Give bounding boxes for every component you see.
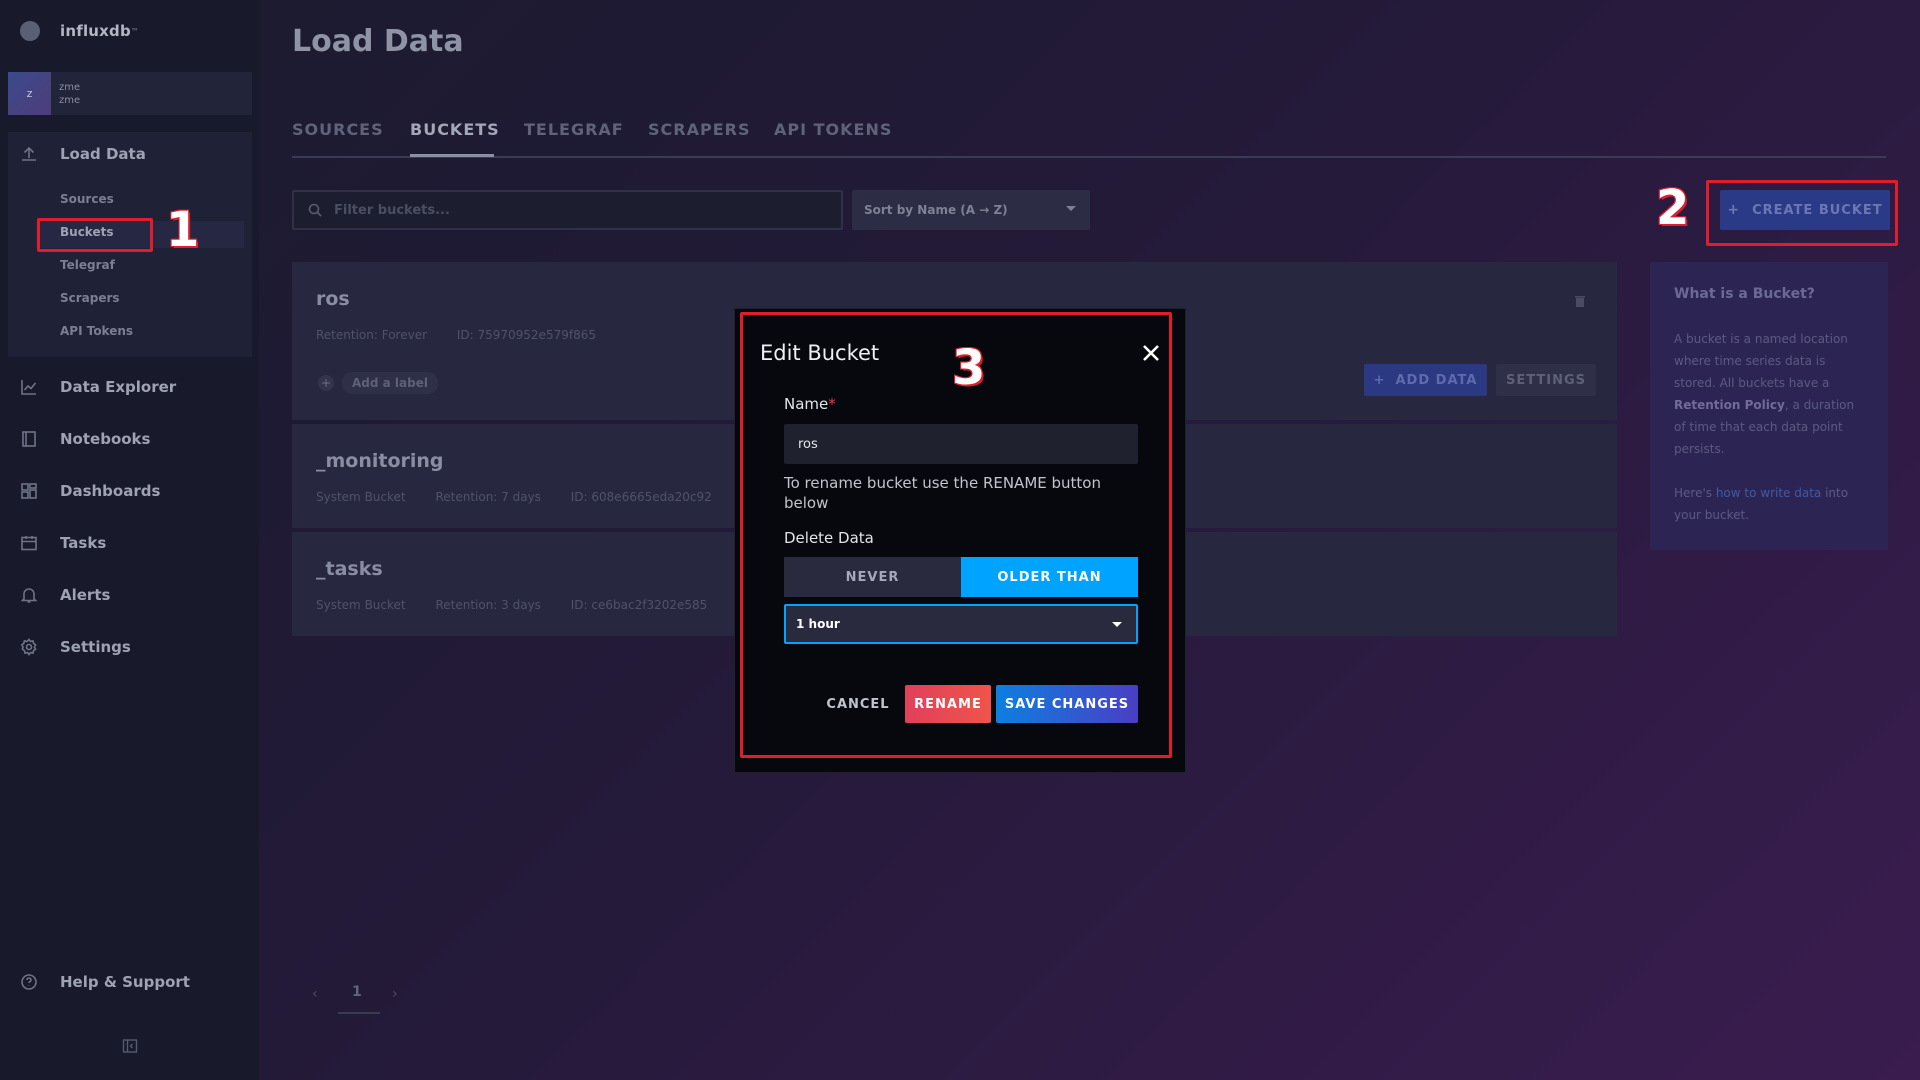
page-title: Load Data [292, 24, 464, 59]
sidebar-item-label: Dashboards [60, 482, 161, 500]
org-name: zme [59, 81, 81, 93]
user-switcher[interactable]: z zme zme [8, 72, 252, 115]
page-number[interactable]: 1 [352, 984, 362, 1000]
brand-name: influxdb [60, 22, 131, 40]
influxdb-logo-icon [20, 21, 40, 41]
sidebar-item-notebooks[interactable]: Notebooks [20, 428, 150, 450]
user-name: zme [59, 94, 81, 106]
brand[interactable]: influxdb ™ [20, 20, 139, 42]
add-data-label: ADD DATA [1395, 372, 1478, 388]
bucket-type: System Bucket [316, 490, 406, 504]
bucket-id: ID: 608e6665eda20c92 [570, 490, 712, 504]
info-text-part: Here's [1674, 486, 1716, 500]
add-data-button[interactable]: + ADD DATA [1364, 364, 1487, 396]
tab-api-tokens[interactable]: API TOKENS [774, 120, 892, 139]
bucket-info-panel: What is a Bucket? A bucket is a named lo… [1650, 262, 1888, 550]
info-text-part: A bucket is a named location where time … [1674, 332, 1848, 390]
info-bold: Retention Policy [1674, 398, 1785, 412]
upload-icon [20, 145, 38, 163]
info-paragraph-2: Here's how to write data into your bucke… [1674, 482, 1864, 526]
tab-buckets[interactable]: BUCKETS [410, 120, 500, 139]
search-icon [308, 203, 322, 217]
notebook-icon [20, 430, 38, 448]
sidebar-item-help[interactable]: Help & Support [20, 971, 190, 993]
bucket-id: ID: 75970952e579f865 [456, 328, 596, 342]
plus-icon: + [318, 375, 334, 391]
tab-scrapers[interactable]: SCRAPERS [648, 120, 750, 139]
how-to-write-data-link[interactable]: how to write data [1716, 486, 1821, 500]
bucket-name[interactable]: _tasks [316, 558, 383, 580]
trash-icon[interactable] [1574, 292, 1586, 307]
filter-placeholder: Filter buckets... [334, 202, 450, 218]
chevron-down-icon [1066, 206, 1076, 211]
chart-icon [20, 378, 38, 396]
collapse-sidebar-icon[interactable] [122, 1038, 138, 1054]
sidebar-item-load-data[interactable]: Load Data [20, 143, 146, 165]
bucket-meta: System Bucket Retention: 7 days ID: 608e… [316, 490, 738, 504]
bucket-type: System Bucket [316, 598, 406, 612]
tab-bar: SOURCES BUCKETS TELEGRAF SCRAPERS API TO… [292, 118, 1886, 158]
annotation-number-1: 1 [165, 201, 200, 259]
annotation-box-2 [1706, 180, 1898, 246]
bucket-name[interactable]: ros [316, 288, 350, 310]
sort-dropdown[interactable]: Sort by Name (A → Z) [852, 190, 1090, 230]
sidebar-item-label: Tasks [60, 534, 107, 552]
help-icon [20, 973, 38, 991]
sidebar-item-settings[interactable]: Settings [20, 636, 131, 658]
add-label-control[interactable]: + Add a label [318, 372, 438, 394]
dashboard-icon [20, 482, 38, 500]
bucket-meta: Retention: Forever ID: 75970952e579f865 [316, 328, 622, 342]
bucket-retention: Retention: Forever [316, 328, 428, 342]
sidebar-item-data-explorer[interactable]: Data Explorer [20, 376, 176, 398]
brand-trademark: ™ [130, 26, 139, 36]
info-title: What is a Bucket? [1674, 286, 1815, 302]
annotation-box-1 [37, 218, 153, 252]
sidebar-item-label: Alerts [60, 586, 111, 604]
sidebar-item-label: Data Explorer [60, 378, 177, 396]
tab-telegraf[interactable]: TELEGRAF [524, 120, 624, 139]
prev-page-button[interactable]: ‹ [312, 986, 318, 1002]
tab-sources[interactable]: SOURCES [292, 120, 384, 139]
sidebar-item-label: Help & Support [60, 973, 190, 991]
bell-icon [20, 586, 38, 604]
annotation-number-3: 3 [951, 339, 986, 397]
avatar: z [8, 72, 51, 115]
bucket-id: ID: ce6bac2f3202e585 [570, 598, 708, 612]
sidebar-subitem-telegraf[interactable]: Telegraf [60, 258, 115, 274]
sidebar-item-label: Load Data [60, 145, 146, 163]
bucket-settings-button[interactable]: SETTINGS [1496, 364, 1596, 396]
sidebar-item-tasks[interactable]: Tasks [20, 532, 106, 554]
sidebar-subitem-sources[interactable]: Sources [60, 192, 114, 208]
page-underline [338, 1012, 380, 1014]
bucket-retention: Retention: 7 days [435, 490, 541, 504]
info-paragraph-1: A bucket is a named location where time … [1674, 328, 1864, 460]
plus-icon: + [1373, 372, 1386, 388]
sidebar-item-label: Settings [60, 638, 131, 656]
annotation-number-2: 2 [1655, 179, 1690, 237]
bucket-name[interactable]: _monitoring [316, 450, 444, 472]
bucket-meta: System Bucket Retention: 3 days ID: ce6b… [316, 598, 733, 612]
add-label-text: Add a label [342, 372, 438, 394]
sort-label: Sort by Name (A → Z) [864, 203, 1008, 217]
next-page-button[interactable]: › [392, 986, 398, 1002]
sidebar-item-alerts[interactable]: Alerts [20, 584, 110, 606]
sidebar-subitem-scrapers[interactable]: Scrapers [60, 291, 120, 307]
bucket-retention: Retention: 3 days [435, 598, 541, 612]
sidebar: influxdb ™ z zme zme Load Data Sources B… [0, 0, 259, 1080]
sidebar-item-dashboards[interactable]: Dashboards [20, 480, 160, 502]
active-tab-indicator [410, 154, 494, 157]
gear-icon [20, 638, 38, 656]
sidebar-subitem-api-tokens[interactable]: API Tokens [60, 324, 133, 340]
calendar-icon [20, 534, 38, 552]
filter-buckets-input[interactable]: Filter buckets... [292, 190, 843, 230]
sidebar-item-label: Notebooks [60, 430, 151, 448]
